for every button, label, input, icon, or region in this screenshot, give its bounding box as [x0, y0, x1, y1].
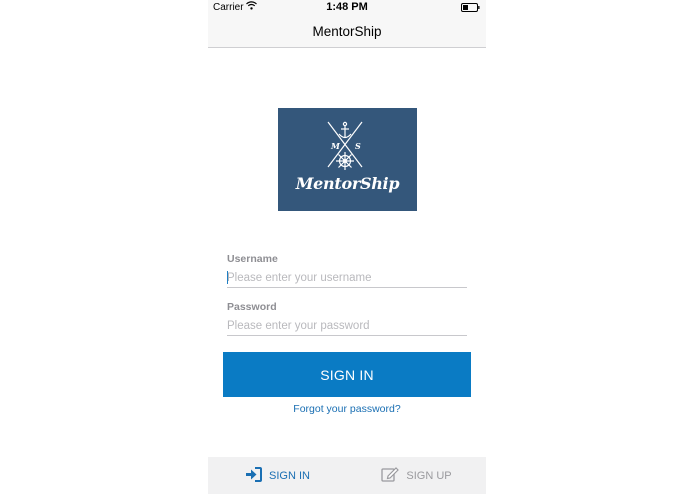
status-bar: Carrier 1:48 PM [208, 0, 486, 15]
forgot-password-link[interactable]: Forgot your password? [208, 403, 486, 415]
logo-letter-s: S [355, 141, 361, 151]
tab-sign-in-label: SIGN IN [269, 469, 310, 482]
clock: 1:48 PM [326, 1, 368, 13]
tab-sign-up[interactable]: SIGN UP [347, 457, 486, 494]
logo-wordmark: MentorShip [295, 174, 400, 193]
text-cursor [227, 271, 228, 284]
mentorship-logo: M S MentorShip [278, 108, 417, 211]
page-title: MentorShip [312, 24, 382, 39]
username-label: Username [227, 253, 278, 265]
username-input[interactable] [227, 269, 467, 288]
sign-in-button[interactable]: SIGN IN [223, 352, 471, 397]
tab-sign-in[interactable]: SIGN IN [208, 457, 347, 494]
password-input[interactable] [227, 317, 467, 336]
tab-bar: SIGN IN SIGN UP [208, 457, 486, 494]
logo-letter-m: M [331, 141, 340, 151]
password-label: Password [227, 301, 277, 313]
phone-screen: Carrier 1:48 PM MentorShip M S MentorShi… [208, 0, 486, 494]
sign-in-icon [245, 466, 263, 485]
navigation-bar: Carrier 1:48 PM MentorShip [208, 0, 486, 48]
battery-icon [461, 3, 480, 15]
edit-icon [381, 466, 400, 485]
tab-sign-up-label: SIGN UP [406, 469, 452, 482]
